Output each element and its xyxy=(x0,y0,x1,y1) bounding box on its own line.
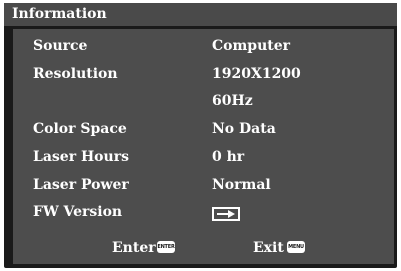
firmware-arrow-icon[interactable] xyxy=(212,207,240,221)
laser-power-label: Laser Power xyxy=(33,177,129,193)
resolution-value: 1920X1200 xyxy=(212,66,301,82)
information-osd-window: Information Source Computer Resolution 1… xyxy=(4,3,397,268)
laser-power-value: Normal xyxy=(212,177,271,193)
color-space-label: Color Space xyxy=(33,121,127,137)
enter-key-icon: ENTER xyxy=(157,241,175,253)
enter-hint-label: Enter xyxy=(112,240,156,256)
refresh-rate-value: 60Hz xyxy=(212,93,253,109)
menu-key-icon: MENU xyxy=(287,241,305,253)
laser-hours-label: Laser Hours xyxy=(33,149,129,165)
laser-hours-value: 0 hr xyxy=(212,149,245,165)
exit-hint-label: Exit xyxy=(253,240,284,256)
source-value: Computer xyxy=(212,38,291,54)
fw-version-label: FW Version xyxy=(33,204,123,220)
title-bar: Information xyxy=(4,3,397,26)
resolution-label: Resolution xyxy=(33,66,118,82)
color-space-value: No Data xyxy=(212,121,276,137)
info-panel: Source Computer Resolution 1920X1200 60H… xyxy=(13,29,394,264)
source-label: Source xyxy=(33,38,88,54)
page-title: Information xyxy=(12,6,107,22)
arrow-right-icon xyxy=(217,210,235,218)
